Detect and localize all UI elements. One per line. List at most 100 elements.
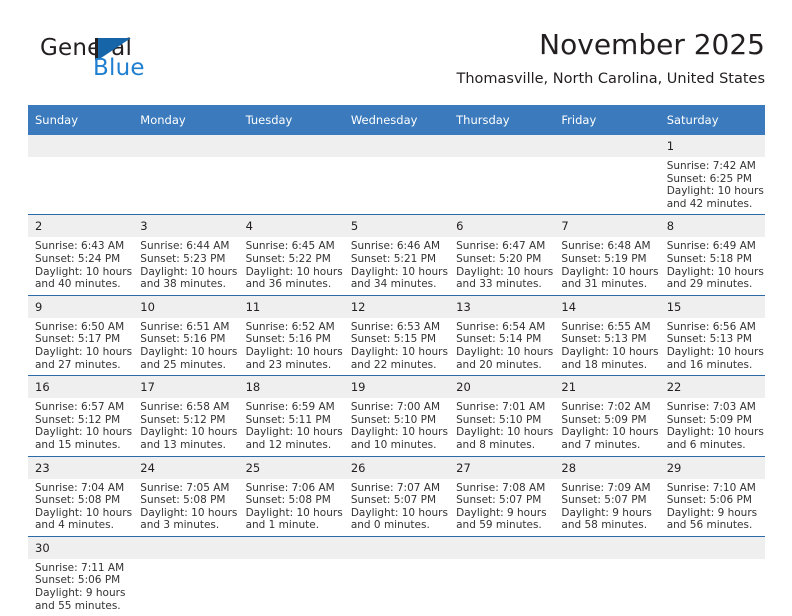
calendar-day-cell-16[interactable]: 16 Sunrise: 6:57 AM Sunset: 5:12 PM Dayligh… [28, 375, 134, 456]
day-detail-line: Daylight: 10 hours [561, 265, 659, 278]
calendar-day-cell-30[interactable]: 30 Sunrise: 7:11 AM Sunset: 5:06 PM Dayligh… [28, 535, 134, 616]
calendar-day-cell-9[interactable]: 9 Sunrise: 6:50 AM Sunset: 5:17 PM Daylight… [28, 294, 134, 376]
day-detail-line: Daylight: 10 hours [140, 506, 238, 519]
day-detail-line: Sunrise: 6:49 AM [666, 240, 756, 253]
day-detail-line: Sunrise: 7:02 AM [561, 401, 651, 414]
day-detail-line: Daylight: 10 hours [350, 265, 448, 278]
day-detail-line: and 27 minutes. [35, 358, 121, 371]
day-detail-line: Sunrise: 7:06 AM [245, 481, 335, 494]
calendar-day-cell-empty [238, 535, 344, 616]
day-detail-line: Sunrise: 6:51 AM [140, 320, 230, 333]
calendar-day-cell-25[interactable]: 25 Sunrise: 7:06 AM Sunset: 5:08 PM Dayligh… [238, 455, 344, 537]
calendar-day-cell-26[interactable]: 26 Sunrise: 7:07 AM Sunset: 5:07 PM Dayligh… [343, 455, 450, 537]
calendar-day-cell-15[interactable]: 15 Sunrise: 6:56 AM Sunset: 5:13 PM Dayligh… [659, 294, 765, 376]
day-number: 30 [28, 536, 134, 559]
day-details: Sunrise: 7:06 AM Sunset: 5:08 PM Daylight:… [239, 479, 344, 536]
day-details: Sunrise: 6:48 AM Sunset: 5:19 PM Daylight:… [554, 237, 659, 294]
calendar-day-cell-8[interactable]: 8 Sunrise: 6:49 AM Sunset: 5:18 PM Daylight… [659, 214, 765, 296]
day-detail-line: Sunrise: 6:50 AM [35, 320, 125, 333]
day-detail-line: Daylight: 10 hours [140, 265, 238, 278]
day-detail-line: Sunset: 5:23 PM [140, 252, 226, 265]
calendar-day-cell-27[interactable]: 27 Sunrise: 7:08 AM Sunset: 5:07 PM Dayligh… [449, 455, 555, 537]
day-details: Sunrise: 6:53 AM Sunset: 5:15 PM Daylight:… [344, 318, 449, 375]
day-detail-line: Daylight: 10 hours [666, 265, 764, 278]
day-details: Sunrise: 6:43 AM Sunset: 5:24 PM Daylight:… [28, 237, 133, 294]
day-details: Sunrise: 7:08 AM Sunset: 5:07 PM Daylight:… [449, 479, 554, 536]
calendar-day-cell-14[interactable]: 14 Sunrise: 6:55 AM Sunset: 5:13 PM Dayligh… [554, 294, 660, 376]
calendar-day-cell-28[interactable]: 28 Sunrise: 7:09 AM Sunset: 5:07 PM Dayligh… [554, 455, 660, 537]
day-details: Sunrise: 7:04 AM Sunset: 5:08 PM Daylight:… [28, 479, 133, 536]
day-details: Sunrise: 7:07 AM Sunset: 5:07 PM Daylight:… [344, 479, 449, 536]
calendar-day-cell-empty [343, 535, 450, 616]
day-detail-line: and 3 minutes. [140, 519, 220, 532]
day-detail-line: Daylight: 10 hours [350, 426, 448, 439]
weekday-header-monday: Monday [133, 105, 239, 135]
day-detail-line: Daylight: 10 hours [245, 506, 343, 519]
day-detail-line: Sunset: 5:13 PM [666, 333, 752, 346]
day-detail-line: Sunset: 5:12 PM [140, 413, 226, 426]
day-details: Sunrise: 7:00 AM Sunset: 5:10 PM Daylight:… [344, 398, 449, 455]
calendar-day-cell-2[interactable]: 2 Sunrise: 6:43 AM Sunset: 5:24 PM Daylight… [28, 214, 134, 296]
day-detail-line: and 12 minutes. [245, 438, 332, 451]
day-detail-line: Daylight: 10 hours [140, 426, 238, 439]
day-number: 9 [28, 295, 134, 318]
calendar-day-cell-23[interactable]: 23 Sunrise: 7:04 AM Sunset: 5:08 PM Dayligh… [28, 455, 134, 537]
day-detail-line: Daylight: 10 hours [666, 426, 764, 439]
calendar-day-cell-17[interactable]: 17 Sunrise: 6:58 AM Sunset: 5:12 PM Dayligh… [133, 375, 239, 456]
day-detail-line: and 38 minutes. [140, 278, 226, 291]
day-number: 18 [238, 376, 344, 399]
calendar-week-row: 1 Sunrise: 7:42 AM Sunset: 6:25 PM Daylight… [28, 135, 765, 215]
day-detail-line: Sunset: 5:08 PM [140, 494, 226, 507]
calendar-day-cell-22[interactable]: 22 Sunrise: 7:03 AM Sunset: 5:09 PM Dayligh… [659, 375, 765, 456]
calendar-day-cell-12[interactable]: 12 Sunrise: 6:53 AM Sunset: 5:15 PM Dayligh… [343, 294, 450, 376]
calendar-day-cell-5[interactable]: 5 Sunrise: 6:46 AM Sunset: 5:21 PM Daylight… [343, 214, 450, 296]
calendar-day-cell-7[interactable]: 7 Sunrise: 6:48 AM Sunset: 5:19 PM Daylight… [554, 214, 660, 296]
day-number: 27 [449, 456, 555, 479]
calendar-day-cell-24[interactable]: 24 Sunrise: 7:05 AM Sunset: 5:08 PM Dayligh… [133, 455, 239, 537]
day-detail-line: Sunrise: 7:10 AM [666, 481, 756, 494]
day-number [238, 536, 344, 559]
day-number: 8 [659, 215, 765, 238]
day-detail-line: and 20 minutes. [456, 358, 542, 371]
calendar-day-cell-29[interactable]: 29 Sunrise: 7:10 AM Sunset: 5:06 PM Dayligh… [659, 455, 765, 537]
day-details: Sunrise: 6:49 AM Sunset: 5:18 PM Daylight:… [660, 237, 765, 294]
calendar-day-cell-18[interactable]: 18 Sunrise: 6:59 AM Sunset: 5:11 PM Dayligh… [238, 375, 344, 456]
calendar-day-cell-11[interactable]: 11 Sunrise: 6:52 AM Sunset: 5:16 PM Dayligh… [238, 294, 344, 376]
calendar-day-cell-empty [28, 135, 134, 215]
day-detail-line: Sunset: 5:13 PM [561, 333, 647, 346]
calendar-day-cell-19[interactable]: 19 Sunrise: 7:00 AM Sunset: 5:10 PM Dayligh… [343, 375, 450, 456]
day-details: Sunrise: 7:11 AM Sunset: 5:06 PM Daylight:… [28, 559, 133, 616]
brand-logo[interactable]: General Blue [40, 36, 220, 92]
day-number [449, 135, 555, 157]
day-detail-line: Sunrise: 7:05 AM [140, 481, 230, 494]
day-detail-line: Daylight: 10 hours [35, 345, 133, 358]
day-detail-line: Sunrise: 6:57 AM [35, 401, 125, 414]
day-detail-line: and 6 minutes. [666, 438, 746, 451]
day-detail-line: Daylight: 10 hours [561, 345, 659, 358]
calendar-day-cell-empty [554, 535, 660, 616]
calendar-day-cell-13[interactable]: 13 Sunrise: 6:54 AM Sunset: 5:14 PM Dayligh… [449, 294, 555, 376]
day-number: 6 [449, 215, 555, 238]
calendar-day-cell-10[interactable]: 10 Sunrise: 6:51 AM Sunset: 5:16 PM Dayligh… [133, 294, 239, 376]
day-details: Sunrise: 6:58 AM Sunset: 5:12 PM Daylight:… [133, 398, 238, 455]
calendar-day-cell-4[interactable]: 4 Sunrise: 6:45 AM Sunset: 5:22 PM Daylight… [238, 214, 344, 296]
calendar-day-cell-empty [554, 135, 660, 215]
day-detail-line: Daylight: 10 hours [140, 345, 238, 358]
day-detail-line: and 10 minutes. [350, 438, 437, 451]
day-detail-line: Sunset: 5:16 PM [245, 333, 331, 346]
calendar-day-cell-3[interactable]: 3 Sunrise: 6:44 AM Sunset: 5:23 PM Daylight… [133, 214, 239, 296]
calendar-day-cell-6[interactable]: 6 Sunrise: 6:47 AM Sunset: 5:20 PM Daylight… [449, 214, 555, 296]
calendar-week-row: 30 Sunrise: 7:11 AM Sunset: 5:06 PM Dayligh… [28, 535, 765, 616]
day-details: Sunrise: 7:05 AM Sunset: 5:08 PM Daylight:… [133, 479, 238, 536]
weekday-header-friday: Friday [554, 105, 660, 135]
sunrise-sunset-calendar: Sunday Monday Tuesday Wednesday Thursday Frid… [28, 105, 765, 616]
day-detail-line: Daylight: 10 hours [245, 265, 343, 278]
calendar-day-cell-empty [449, 135, 555, 215]
calendar-day-cell-21[interactable]: 21 Sunrise: 7:02 AM Sunset: 5:09 PM Dayligh… [554, 375, 660, 456]
day-details: Sunrise: 7:03 AM Sunset: 5:09 PM Daylight:… [660, 398, 765, 455]
day-details: Sunrise: 6:46 AM Sunset: 5:21 PM Daylight:… [344, 237, 449, 294]
calendar-day-cell-20[interactable]: 20 Sunrise: 7:01 AM Sunset: 5:10 PM Dayligh… [449, 375, 555, 456]
day-number: 29 [659, 456, 765, 479]
day-detail-line: and 1 minute. [245, 519, 320, 532]
calendar-day-cell-1[interactable]: 1 Sunrise: 7:42 AM Sunset: 6:25 PM Daylight… [659, 135, 765, 215]
